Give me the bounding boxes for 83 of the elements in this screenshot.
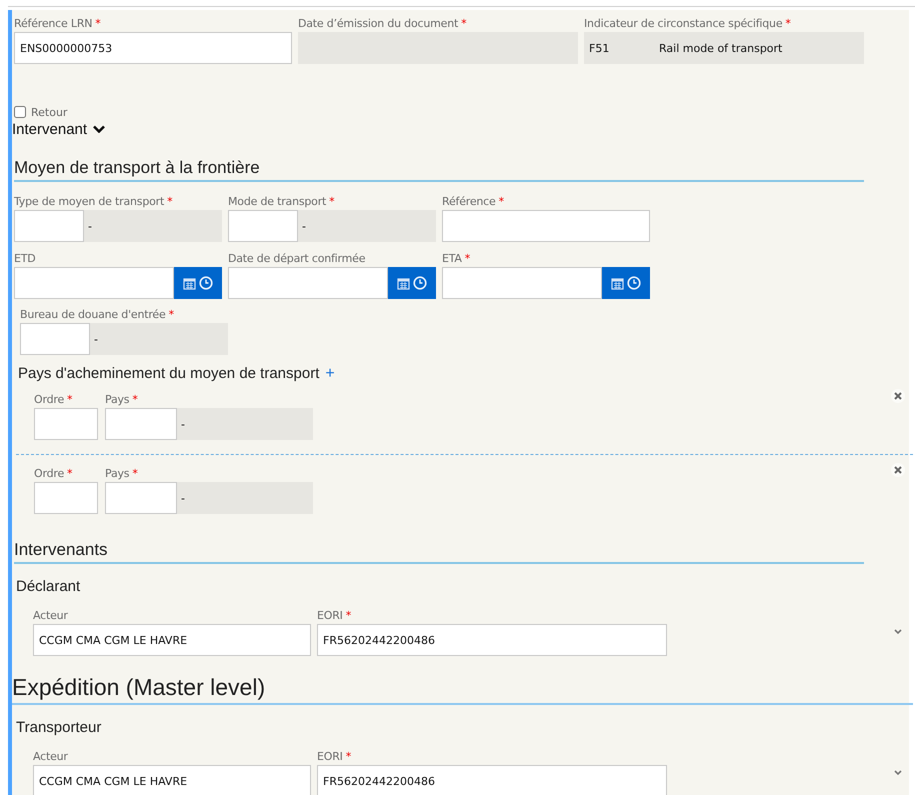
input-field[interactable]: [442, 210, 650, 242]
field-label: Acteur: [33, 609, 68, 622]
field-label: Date d’émission du document: [298, 17, 458, 30]
required-mark: *: [461, 17, 466, 30]
input-field[interactable]: CCGM CMA CGM LE HAVRE: [33, 624, 311, 656]
subsection-title: Transporteur: [16, 719, 102, 736]
field-label: Ordre: [34, 393, 64, 406]
description-text: -: [88, 220, 92, 232]
section-title: Intervenants: [14, 540, 108, 559]
section-toggle[interactable]: Intervenant: [12, 120, 106, 138]
section-title: Expédition (Master level): [12, 674, 266, 700]
field-label: Pays: [105, 393, 130, 406]
code-input[interactable]: [14, 210, 84, 242]
calendar-icon: [397, 276, 410, 290]
date-input[interactable]: [14, 267, 174, 299]
clock-icon: [413, 276, 427, 290]
input-field[interactable]: [34, 408, 98, 440]
required-mark: *: [67, 467, 72, 480]
field-label: Type de moyen de transport: [14, 195, 164, 208]
clock-icon: [199, 276, 213, 290]
expand-button[interactable]: [894, 629, 902, 635]
required-mark: *: [67, 393, 72, 406]
code-input[interactable]: [105, 408, 177, 440]
subsection-title: Pays d'acheminement du moyen de transport: [18, 365, 320, 382]
field-label: ETA: [442, 252, 462, 265]
calendar-icon: [183, 276, 196, 290]
chevron-down-icon: [93, 125, 106, 133]
required-mark: *: [132, 467, 138, 480]
code-text: F51: [589, 42, 610, 54]
code-input[interactable]: [105, 482, 177, 514]
calendar-icon: [611, 276, 624, 290]
required-mark: *: [346, 750, 352, 763]
input-field[interactable]: [34, 482, 98, 514]
description-text: -: [181, 418, 185, 430]
field-label: Mode de transport: [228, 195, 326, 208]
input-field[interactable]: FR56202442200486: [317, 765, 667, 795]
field-label: Acteur: [33, 750, 68, 763]
input-field[interactable]: FR56202442200486: [317, 624, 667, 656]
description-text: -: [181, 492, 185, 504]
field-label: Référence LRN: [14, 17, 92, 30]
field-label: Indicateur de circonstance spécifique: [584, 17, 782, 30]
required-mark: *: [346, 609, 352, 622]
field-label: EORI: [317, 609, 343, 622]
close-icon: [894, 392, 902, 400]
required-mark: *: [785, 17, 791, 30]
subsection-title: Déclarant: [16, 578, 82, 595]
description-text: -: [94, 332, 98, 346]
field-label: EORI: [317, 750, 343, 763]
input-field[interactable]: CCGM CMA CGM LE HAVRE: [33, 765, 311, 795]
required-mark: *: [329, 195, 334, 208]
date-time-button[interactable]: [388, 267, 436, 299]
date-time-button[interactable]: [602, 267, 650, 299]
required-mark: *: [167, 195, 172, 208]
input-field[interactable]: ENS0000000753: [14, 32, 292, 64]
chevron-down-icon: [894, 629, 902, 635]
required-mark: *: [95, 17, 101, 30]
add-button[interactable]: +: [325, 366, 335, 382]
clock-icon: [627, 276, 641, 290]
close-icon: [894, 466, 902, 474]
checkbox[interactable]: [14, 106, 26, 118]
date-input[interactable]: [228, 267, 388, 299]
field-label: ETD: [14, 252, 36, 265]
chevron-down-icon: [894, 770, 902, 776]
date-input[interactable]: [442, 267, 602, 299]
expand-button[interactable]: [894, 770, 902, 776]
required-mark: *: [498, 195, 504, 208]
section-title: Moyen de transport à la frontière: [14, 158, 260, 177]
field-label: Ordre: [34, 467, 64, 480]
remove-button[interactable]: [891, 463, 905, 477]
field-label: Pays: [105, 467, 130, 480]
required-mark: *: [464, 252, 470, 265]
description-text: -: [302, 220, 306, 232]
code-input[interactable]: [20, 323, 90, 355]
checkbox-label: Retour: [31, 106, 68, 118]
description-text: Rail mode of transport: [659, 42, 782, 54]
field-label: Bureau de douane d'entrée: [20, 308, 166, 321]
code-input[interactable]: [228, 210, 298, 242]
remove-button[interactable]: [891, 389, 905, 403]
required-mark: *: [168, 308, 174, 321]
field-label: Référence: [442, 195, 496, 208]
required-mark: *: [132, 393, 138, 406]
field-label: Date de départ confirmée: [228, 252, 366, 265]
date-time-button[interactable]: [174, 267, 222, 299]
